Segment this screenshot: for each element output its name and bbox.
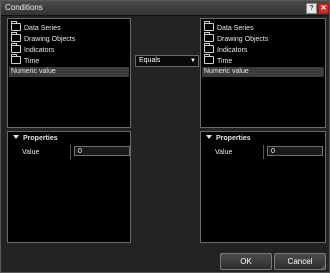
folder-icon bbox=[204, 32, 214, 42]
property-divider bbox=[263, 145, 264, 159]
left-tree-item-data-series[interactable]: Data Series bbox=[11, 21, 61, 33]
folder-icon bbox=[11, 43, 21, 53]
folder-icon bbox=[204, 21, 214, 31]
title-bar[interactable]: Conditions ? ✕ bbox=[1, 1, 329, 16]
operator-value: Equals bbox=[139, 57, 161, 64]
property-divider bbox=[70, 145, 71, 159]
folder-icon bbox=[204, 43, 214, 53]
conditions-dialog: Conditions ? ✕ Data Series Drawing Objec… bbox=[0, 0, 330, 273]
left-properties-header[interactable]: Properties bbox=[13, 135, 58, 142]
window-title: Conditions bbox=[5, 3, 43, 12]
left-tree-item-numeric-value[interactable]: Numeric value bbox=[9, 67, 129, 77]
right-tree-item-data-series[interactable]: Data Series bbox=[204, 21, 254, 33]
right-tree-item-drawing-objects[interactable]: Drawing Objects bbox=[204, 32, 268, 44]
right-tree-item-numeric-value[interactable]: Numeric value bbox=[202, 67, 324, 77]
operator-select[interactable]: Equals ▼ bbox=[135, 55, 199, 67]
ok-button[interactable]: OK bbox=[220, 253, 272, 270]
right-tree-item-time[interactable]: Time bbox=[204, 54, 232, 66]
help-button[interactable]: ? bbox=[306, 3, 317, 14]
right-condition-tree: Data Series Drawing Objects Indicators T… bbox=[200, 18, 326, 128]
right-value-input[interactable]: 0 bbox=[267, 146, 323, 156]
right-tree-item-indicators[interactable]: Indicators bbox=[204, 43, 247, 55]
right-properties-panel: Properties Value 0 bbox=[200, 131, 326, 243]
left-tree-item-drawing-objects[interactable]: Drawing Objects bbox=[11, 32, 75, 44]
collapse-triangle-icon bbox=[13, 135, 19, 139]
left-value-label: Value bbox=[22, 149, 40, 156]
folder-icon bbox=[11, 54, 21, 64]
chevron-down-icon: ▼ bbox=[190, 58, 196, 64]
left-tree-item-time[interactable]: Time bbox=[11, 54, 39, 66]
left-condition-tree: Data Series Drawing Objects Indicators T… bbox=[7, 18, 131, 128]
folder-icon bbox=[11, 21, 21, 31]
left-properties-panel: Properties Value 0 bbox=[7, 131, 131, 243]
folder-icon bbox=[11, 32, 21, 42]
close-button[interactable]: ✕ bbox=[318, 3, 329, 14]
folder-icon bbox=[204, 54, 214, 64]
collapse-triangle-icon bbox=[206, 135, 212, 139]
left-tree-item-indicators[interactable]: Indicators bbox=[11, 43, 54, 55]
left-value-input[interactable]: 0 bbox=[74, 146, 130, 156]
resize-grip-icon[interactable] bbox=[319, 263, 327, 271]
right-value-label: Value bbox=[215, 149, 233, 156]
right-properties-header[interactable]: Properties bbox=[206, 135, 251, 142]
